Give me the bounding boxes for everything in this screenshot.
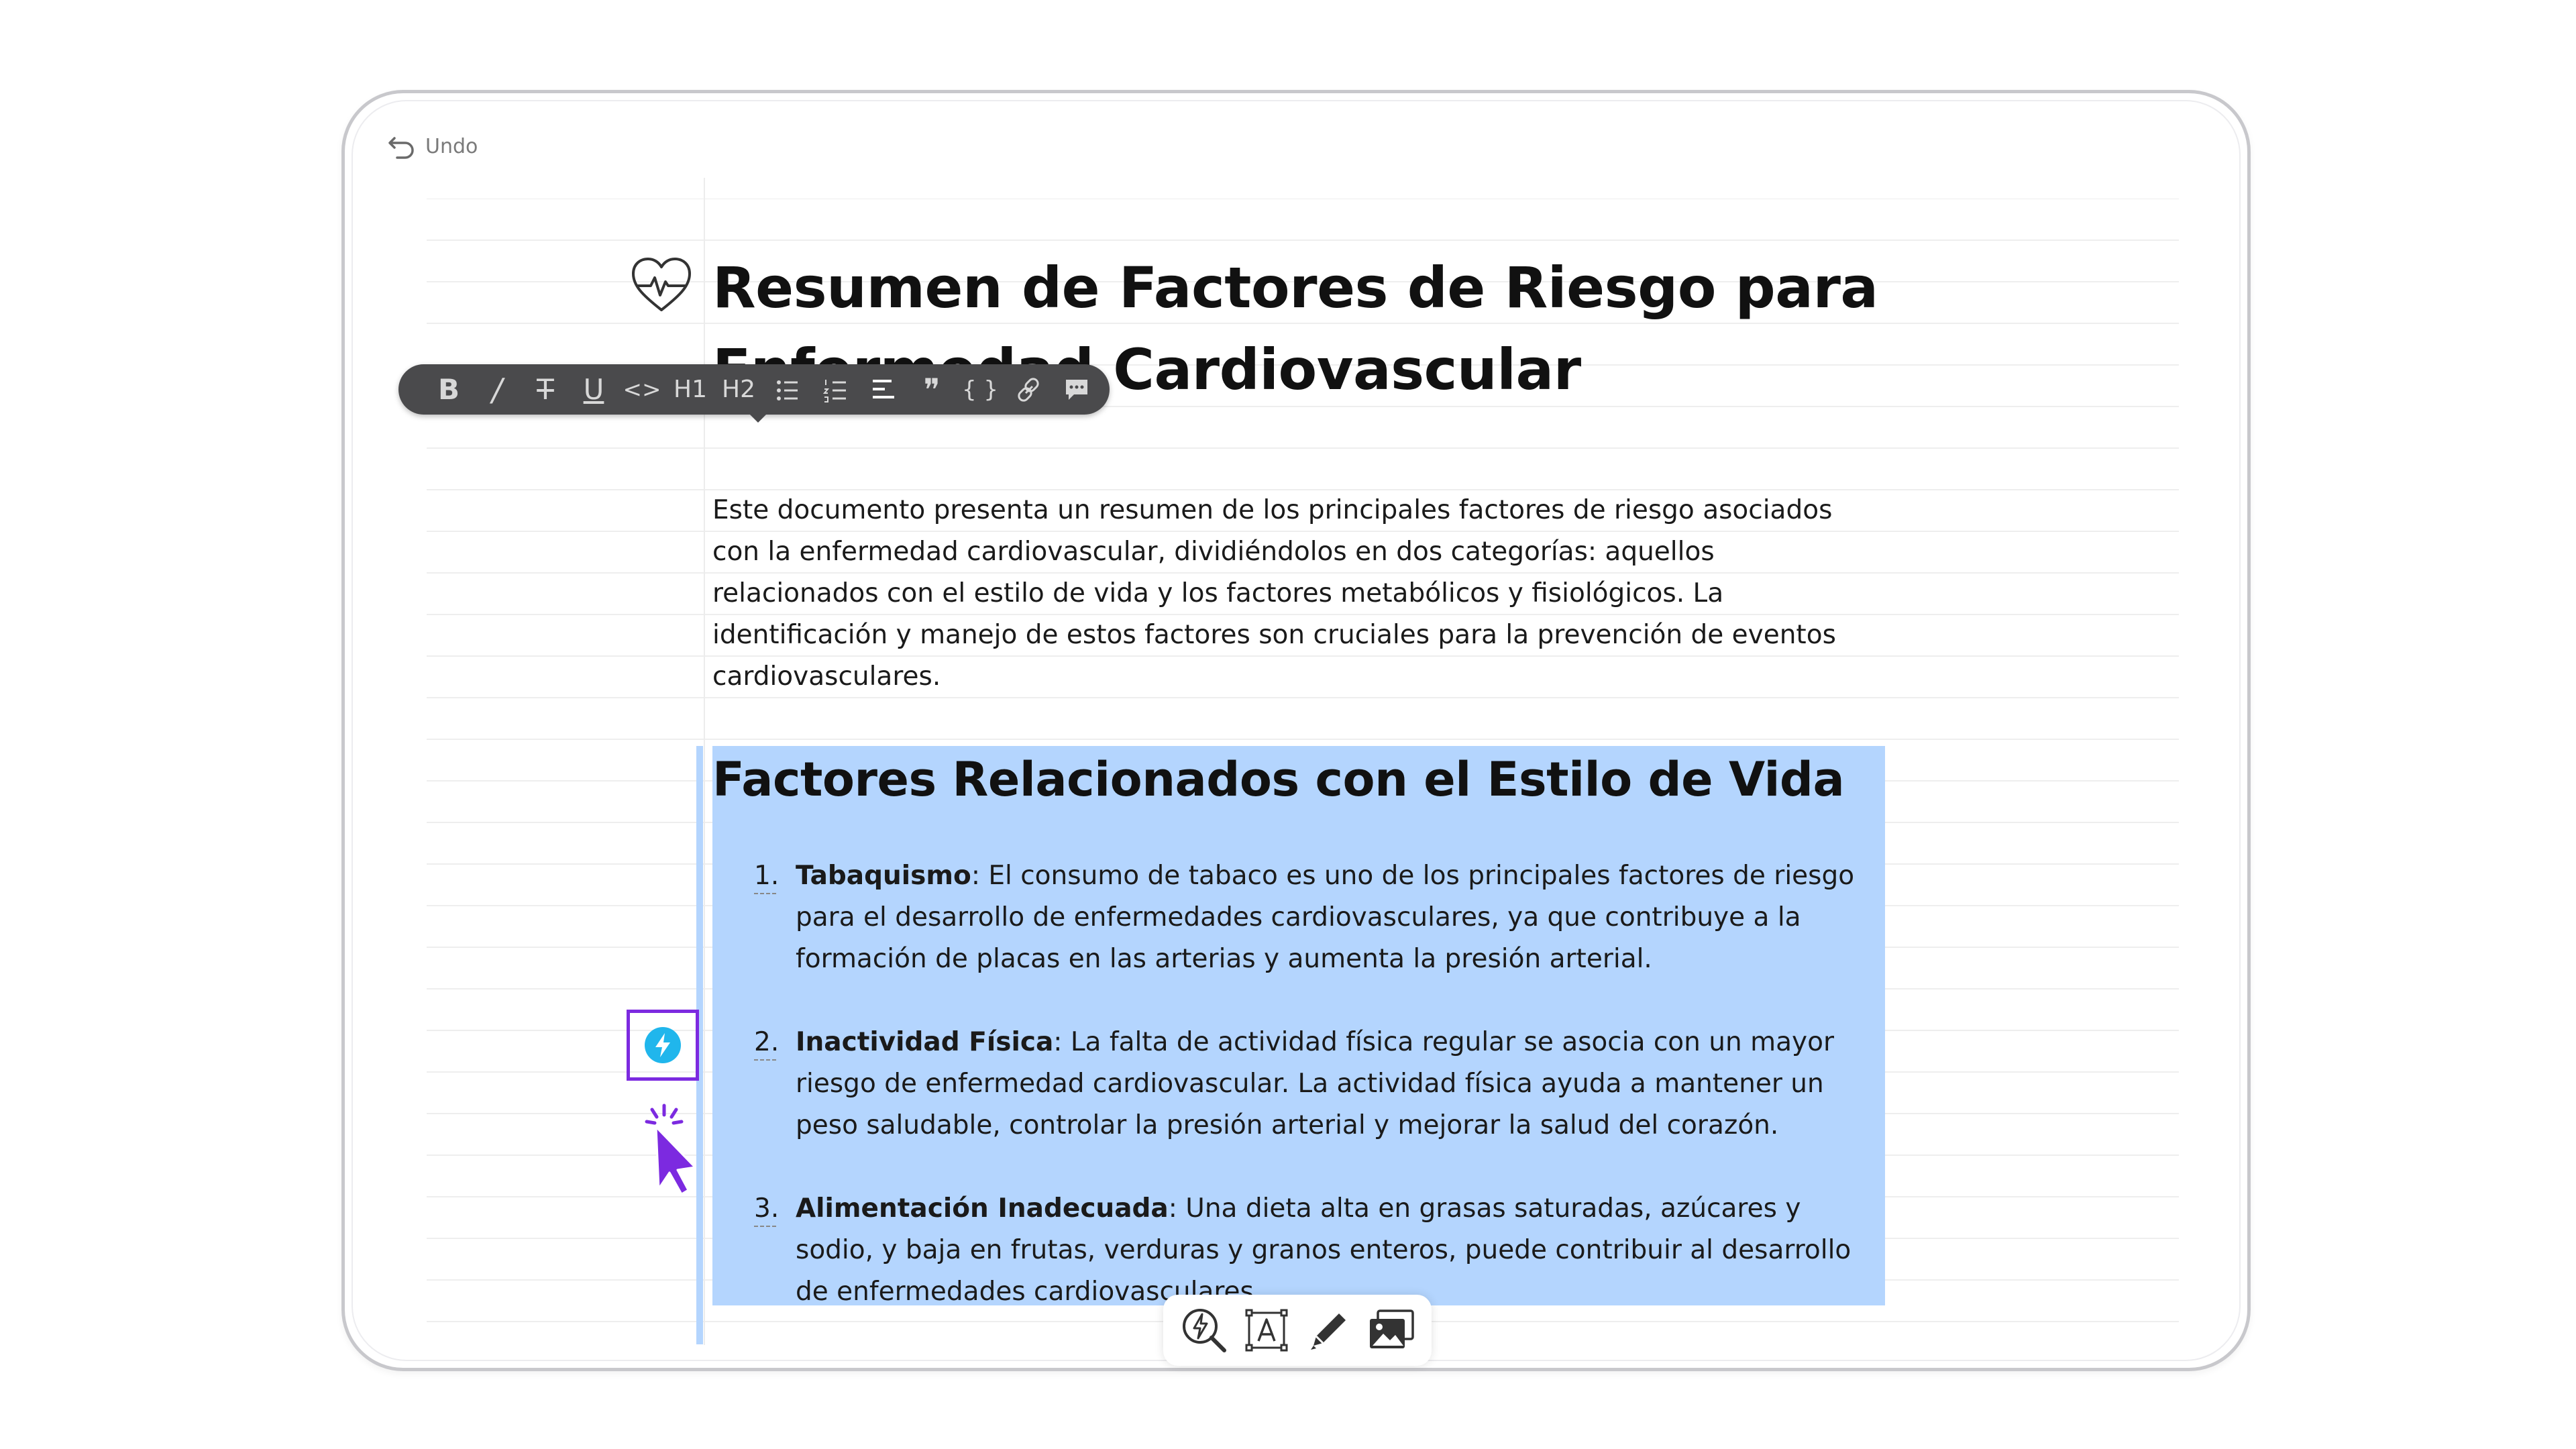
heading-2-button[interactable]: H2 <box>715 370 762 410</box>
underline-button[interactable]: U <box>570 370 617 410</box>
numbered-list-button[interactable] <box>812 370 859 410</box>
link-icon <box>1018 377 1039 402</box>
align-button[interactable] <box>860 370 907 410</box>
intro-paragraph[interactable]: Este documento presenta un resumen de lo… <box>712 490 1886 698</box>
strikethrough-icon: T <box>537 373 554 406</box>
bullet-list-icon <box>777 380 798 400</box>
ai-search-icon <box>1182 1309 1226 1352</box>
italic-icon: / <box>492 371 502 408</box>
pen-icon <box>1310 1313 1346 1350</box>
list-number: 2. <box>754 1022 779 1063</box>
click-cursor-icon <box>645 1104 695 1195</box>
block-action-button[interactable] <box>627 1010 699 1081</box>
text-box-icon <box>1245 1309 1287 1352</box>
list-item-term: Alimentación Inadecuada <box>796 1193 1169 1224</box>
ai-search-button[interactable] <box>1175 1301 1233 1359</box>
comment-icon <box>1066 379 1087 400</box>
image-icon <box>1369 1309 1414 1348</box>
image-button[interactable] <box>1362 1301 1420 1359</box>
numbered-list-icon <box>822 379 846 402</box>
margin-line <box>704 178 705 1345</box>
undo-label: Undo <box>425 134 478 158</box>
code-block-button[interactable]: { } <box>957 370 1004 410</box>
list-item[interactable]: 2. Inactividad Física: La falta de activi… <box>754 1022 1881 1146</box>
text-box-button[interactable] <box>1238 1301 1295 1359</box>
code-block-icon: { } <box>961 376 999 403</box>
bold-icon: B <box>437 373 460 406</box>
quote-icon: ❞ <box>923 371 941 408</box>
bottom-tool-bar <box>1163 1295 1432 1366</box>
heart-pulse-icon <box>632 258 691 311</box>
align-icon <box>873 379 894 398</box>
undo-button[interactable]: Undo <box>388 133 478 160</box>
code-icon: <> <box>623 376 661 403</box>
comment-button[interactable] <box>1053 370 1100 410</box>
underline-icon: U <box>583 373 604 406</box>
bullet-list-button[interactable] <box>763 370 810 410</box>
strikethrough-button[interactable]: T <box>522 370 569 410</box>
list-number: 3. <box>754 1188 779 1230</box>
toolbar-caret <box>749 413 767 423</box>
link-button[interactable] <box>1005 370 1052 410</box>
pen-button[interactable] <box>1300 1301 1358 1359</box>
code-button[interactable]: <> <box>619 370 665 410</box>
bold-button[interactable]: B <box>425 370 472 410</box>
list-item-term: Tabaquismo <box>796 861 971 891</box>
risk-factor-list: 1. Tabaquismo: El consumo de tabaco es un… <box>754 855 1881 1354</box>
undo-icon <box>388 137 414 159</box>
lightning-icon <box>645 1027 681 1063</box>
section-heading[interactable]: Factores Relacionados con el Estilo de V… <box>712 746 1845 813</box>
italic-button[interactable]: / <box>474 370 521 410</box>
list-number: 1. <box>754 855 779 897</box>
heading-1-icon: H1 <box>674 376 707 403</box>
heading-2-icon: H2 <box>722 376 755 403</box>
format-toolbar: B / T U <> H1 H2 ❞ { } <box>398 364 1110 415</box>
list-item[interactable]: 1. Tabaquismo: El consumo de tabaco es un… <box>754 855 1881 980</box>
quote-button[interactable]: ❞ <box>908 370 955 410</box>
list-item-term: Inactividad Física <box>796 1027 1054 1057</box>
heading-1-button[interactable]: H1 <box>667 370 714 410</box>
